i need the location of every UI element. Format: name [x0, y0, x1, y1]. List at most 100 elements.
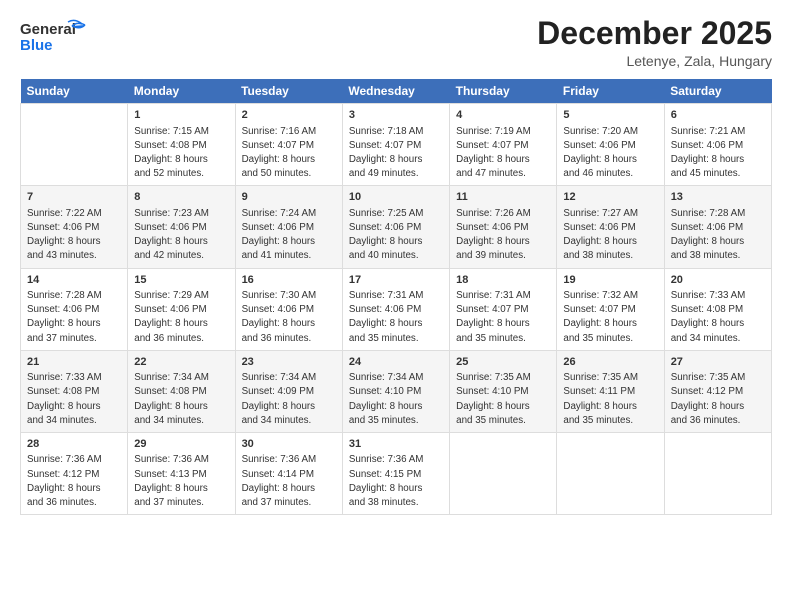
- day-number: 23: [242, 355, 336, 370]
- day-number: 19: [563, 273, 657, 288]
- calendar-cell: 31Sunrise: 7:36 AM Sunset: 4:15 PM Dayli…: [342, 433, 449, 515]
- th-wednesday: Wednesday: [342, 79, 449, 104]
- calendar-cell: 4 Sunrise: 7:19 AM Sunset: 4:07 PM Daylig…: [450, 104, 557, 186]
- day-number: 31: [349, 437, 443, 452]
- day-number: 11: [456, 190, 550, 205]
- calendar-cell: 22Sunrise: 7:34 AM Sunset: 4:08 PM Dayli…: [128, 350, 235, 432]
- day-number: 9: [242, 190, 336, 205]
- month-title: December 2025: [537, 16, 772, 51]
- cell-content: Sunrise: 7:30 AM Sunset: 4:06 PM Dayligh…: [242, 289, 336, 346]
- cell-content: Sunrise: 7:32 AM Sunset: 4:07 PM Dayligh…: [563, 289, 657, 346]
- calendar-cell: 19Sunrise: 7:32 AM Sunset: 4:07 PM Dayli…: [557, 268, 664, 350]
- calendar-cell: 29Sunrise: 7:36 AM Sunset: 4:13 PM Dayli…: [128, 433, 235, 515]
- logo-svg: General Blue: [20, 16, 90, 60]
- cell-content: Sunrise: 7:35 AM Sunset: 4:11 PM Dayligh…: [563, 371, 657, 428]
- calendar-cell: 24Sunrise: 7:34 AM Sunset: 4:10 PM Dayli…: [342, 350, 449, 432]
- calendar-cell: 1 Sunrise: 7:15 AM Sunset: 4:08 PM Daylig…: [128, 104, 235, 186]
- cell-content: Sunrise: 7:18 AM Sunset: 4:07 PM Dayligh…: [349, 125, 443, 182]
- calendar-cell: 6Sunrise: 7:21 AM Sunset: 4:06 PM Daylig…: [664, 104, 771, 186]
- cell-content: Sunrise: 7:31 AM Sunset: 4:07 PM Dayligh…: [456, 289, 550, 346]
- cell-content: Sunrise: 7:31 AM Sunset: 4:06 PM Dayligh…: [349, 289, 443, 346]
- week-row-3: 21Sunrise: 7:33 AM Sunset: 4:08 PM Dayli…: [21, 350, 772, 432]
- cell-content: Sunrise: 7:19 AM Sunset: 4:07 PM Dayligh…: [456, 125, 550, 182]
- day-number: 2: [242, 108, 336, 123]
- cell-content: Sunrise: 7:34 AM Sunset: 4:08 PM Dayligh…: [134, 371, 228, 428]
- day-number: 26: [563, 355, 657, 370]
- calendar-table: Sunday Monday Tuesday Wednesday Thursday…: [20, 79, 772, 515]
- calendar-cell: 23Sunrise: 7:34 AM Sunset: 4:09 PM Dayli…: [235, 350, 342, 432]
- calendar-cell: 10Sunrise: 7:25 AM Sunset: 4:06 PM Dayli…: [342, 186, 449, 268]
- title-block: December 2025 Letenye, Zala, Hungary: [537, 16, 772, 69]
- calendar-cell: 20Sunrise: 7:33 AM Sunset: 4:08 PM Dayli…: [664, 268, 771, 350]
- cell-content: Sunrise: 7:29 AM Sunset: 4:06 PM Dayligh…: [134, 289, 228, 346]
- th-friday: Friday: [557, 79, 664, 104]
- day-number: 7: [27, 190, 121, 205]
- calendar-cell: 13Sunrise: 7:28 AM Sunset: 4:06 PM Dayli…: [664, 186, 771, 268]
- calendar-cell: 25Sunrise: 7:35 AM Sunset: 4:10 PM Dayli…: [450, 350, 557, 432]
- location-title: Letenye, Zala, Hungary: [537, 53, 772, 69]
- calendar-cell: 30Sunrise: 7:36 AM Sunset: 4:14 PM Dayli…: [235, 433, 342, 515]
- day-number: 29: [134, 437, 228, 452]
- svg-text:Blue: Blue: [20, 37, 53, 54]
- header-row: Sunday Monday Tuesday Wednesday Thursday…: [21, 79, 772, 104]
- calendar-cell: 3 Sunrise: 7:18 AM Sunset: 4:07 PM Daylig…: [342, 104, 449, 186]
- day-number: 15: [134, 273, 228, 288]
- logo: General Blue: [20, 16, 90, 65]
- week-row-1: 7 Sunrise: 7:22 AM Sunset: 4:06 PM Daylig…: [21, 186, 772, 268]
- day-number: 8: [134, 190, 228, 205]
- cell-content: Sunrise: 7:36 AM Sunset: 4:13 PM Dayligh…: [134, 453, 228, 510]
- day-number: 14: [27, 273, 121, 288]
- page: General Blue December 2025 Letenye, Zala…: [0, 0, 792, 612]
- day-number: 4: [456, 108, 550, 123]
- cell-content: Sunrise: 7:27 AM Sunset: 4:06 PM Dayligh…: [563, 207, 657, 264]
- calendar-cell: 12 Sunrise: 7:27 AM Sunset: 4:06 PM Dayli…: [557, 186, 664, 268]
- calendar-cell: 7 Sunrise: 7:22 AM Sunset: 4:06 PM Daylig…: [21, 186, 128, 268]
- week-row-4: 28Sunrise: 7:36 AM Sunset: 4:12 PM Dayli…: [21, 433, 772, 515]
- cell-content: Sunrise: 7:15 AM Sunset: 4:08 PM Dayligh…: [134, 125, 228, 182]
- day-number: 5: [563, 108, 657, 123]
- cell-content: Sunrise: 7:21 AM Sunset: 4:06 PM Dayligh…: [671, 125, 765, 182]
- calendar-cell: 14Sunrise: 7:28 AM Sunset: 4:06 PM Dayli…: [21, 268, 128, 350]
- calendar-cell: 2Sunrise: 7:16 AM Sunset: 4:07 PM Daylig…: [235, 104, 342, 186]
- day-number: 28: [27, 437, 121, 452]
- day-number: 21: [27, 355, 121, 370]
- calendar-cell: 5Sunrise: 7:20 AM Sunset: 4:06 PM Daylig…: [557, 104, 664, 186]
- day-number: 17: [349, 273, 443, 288]
- th-tuesday: Tuesday: [235, 79, 342, 104]
- cell-content: Sunrise: 7:34 AM Sunset: 4:10 PM Dayligh…: [349, 371, 443, 428]
- cell-content: Sunrise: 7:28 AM Sunset: 4:06 PM Dayligh…: [671, 207, 765, 264]
- th-sunday: Sunday: [21, 79, 128, 104]
- th-monday: Monday: [128, 79, 235, 104]
- header: General Blue December 2025 Letenye, Zala…: [20, 16, 772, 69]
- calendar-cell: [664, 433, 771, 515]
- th-saturday: Saturday: [664, 79, 771, 104]
- calendar-cell: 27Sunrise: 7:35 AM Sunset: 4:12 PM Dayli…: [664, 350, 771, 432]
- calendar-cell: 28Sunrise: 7:36 AM Sunset: 4:12 PM Dayli…: [21, 433, 128, 515]
- day-number: 30: [242, 437, 336, 452]
- cell-content: Sunrise: 7:28 AM Sunset: 4:06 PM Dayligh…: [27, 289, 121, 346]
- calendar-cell: 8Sunrise: 7:23 AM Sunset: 4:06 PM Daylig…: [128, 186, 235, 268]
- calendar-cell: [21, 104, 128, 186]
- svg-text:General: General: [20, 21, 76, 38]
- day-number: 1: [134, 108, 228, 123]
- cell-content: Sunrise: 7:35 AM Sunset: 4:12 PM Dayligh…: [671, 371, 765, 428]
- cell-content: Sunrise: 7:24 AM Sunset: 4:06 PM Dayligh…: [242, 207, 336, 264]
- cell-content: Sunrise: 7:36 AM Sunset: 4:14 PM Dayligh…: [242, 453, 336, 510]
- day-number: 12: [563, 190, 657, 205]
- day-number: 18: [456, 273, 550, 288]
- calendar-cell: 15Sunrise: 7:29 AM Sunset: 4:06 PM Dayli…: [128, 268, 235, 350]
- day-number: 3: [349, 108, 443, 123]
- calendar-cell: 16Sunrise: 7:30 AM Sunset: 4:06 PM Dayli…: [235, 268, 342, 350]
- calendar-cell: 9 Sunrise: 7:24 AM Sunset: 4:06 PM Daylig…: [235, 186, 342, 268]
- cell-content: Sunrise: 7:22 AM Sunset: 4:06 PM Dayligh…: [27, 207, 121, 264]
- week-row-0: 1 Sunrise: 7:15 AM Sunset: 4:08 PM Daylig…: [21, 104, 772, 186]
- day-number: 22: [134, 355, 228, 370]
- cell-content: Sunrise: 7:26 AM Sunset: 4:06 PM Dayligh…: [456, 207, 550, 264]
- th-thursday: Thursday: [450, 79, 557, 104]
- cell-content: Sunrise: 7:34 AM Sunset: 4:09 PM Dayligh…: [242, 371, 336, 428]
- day-number: 27: [671, 355, 765, 370]
- cell-content: Sunrise: 7:36 AM Sunset: 4:12 PM Dayligh…: [27, 453, 121, 510]
- cell-content: Sunrise: 7:36 AM Sunset: 4:15 PM Dayligh…: [349, 453, 443, 510]
- cell-content: Sunrise: 7:33 AM Sunset: 4:08 PM Dayligh…: [27, 371, 121, 428]
- calendar-cell: 11 Sunrise: 7:26 AM Sunset: 4:06 PM Dayli…: [450, 186, 557, 268]
